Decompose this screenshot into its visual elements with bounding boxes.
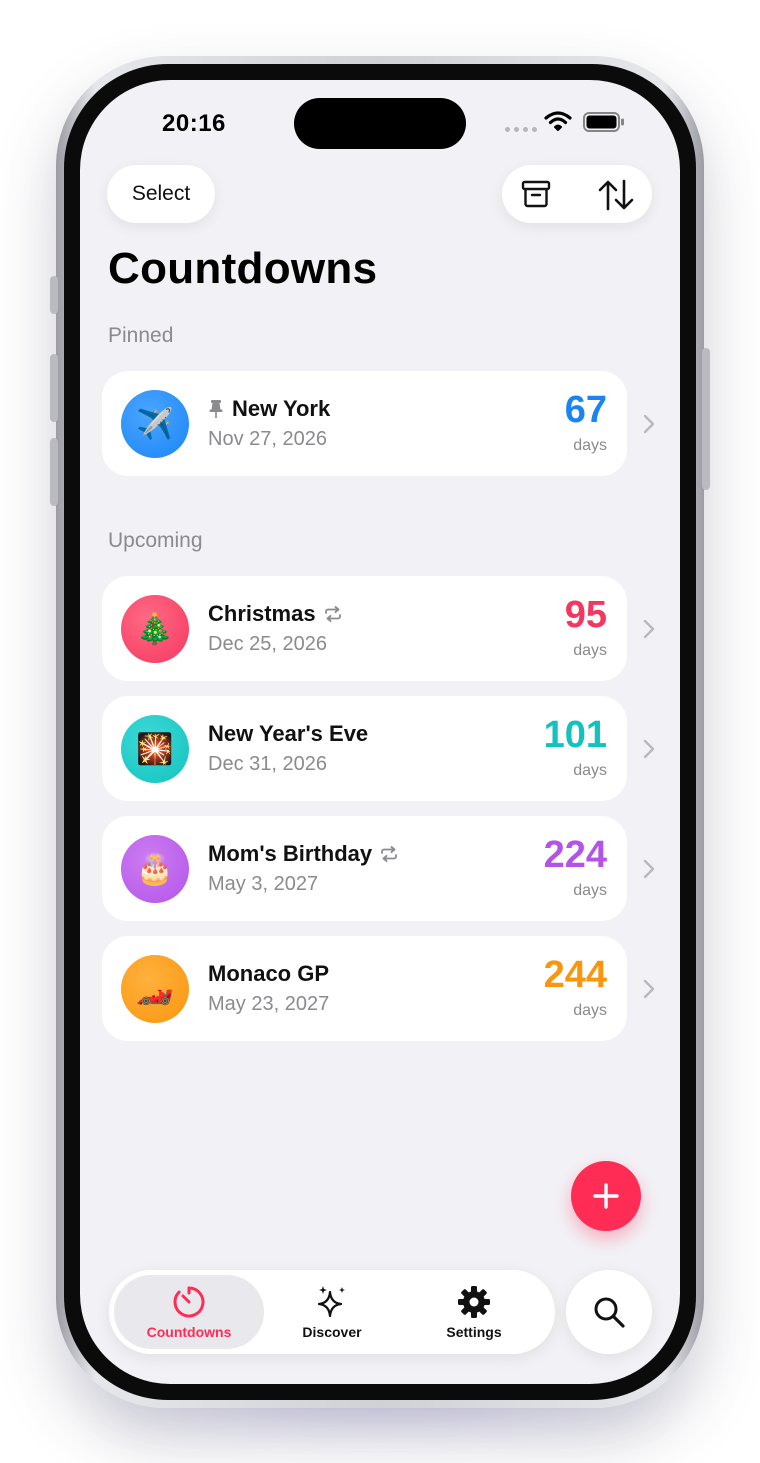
- chevron-right-icon[interactable]: [643, 414, 655, 434]
- birthday-cake-icon: 🎂: [136, 852, 174, 886]
- dynamic-island: [294, 98, 466, 149]
- cellular-signal-icon: [505, 127, 537, 132]
- event-name-row: Monaco GP: [208, 961, 329, 987]
- tab-label: Countdowns: [146, 1324, 232, 1340]
- days-unit: days: [573, 882, 607, 899]
- app-screen: 20:16 Select Countdowns Pinned ✈️ New Yo…: [80, 80, 680, 1384]
- select-button[interactable]: Select: [107, 165, 215, 223]
- countdown-card-new-york[interactable]: ✈️ New York Nov 27, 2026 67 days: [102, 371, 627, 476]
- event-name-row: New Year's Eve: [208, 721, 368, 747]
- toolbar-group: [502, 165, 652, 223]
- countdown-card-monaco-gp[interactable]: 🏎️ Monaco GP May 23, 2027 244 days: [102, 936, 627, 1041]
- sparkles-icon: [317, 1286, 345, 1318]
- event-name: Mom's Birthday: [208, 841, 373, 866]
- action-button: [50, 276, 58, 314]
- days-count: 224: [543, 834, 607, 876]
- tab-countdowns[interactable]: Countdowns: [114, 1275, 264, 1349]
- search-icon: [594, 1297, 625, 1328]
- archive-box-icon[interactable]: [520, 178, 552, 210]
- event-avatar: 🎂: [121, 835, 189, 903]
- section-heading-upcoming: Upcoming: [108, 529, 203, 552]
- battery-icon: [583, 112, 624, 132]
- tab-label: Settings: [446, 1324, 502, 1340]
- event-date: Dec 31, 2026: [208, 753, 327, 775]
- days-unit: days: [573, 437, 607, 454]
- fireworks-icon: 🎇: [136, 732, 174, 766]
- race-car-icon: 🏎️: [136, 972, 174, 1006]
- event-name: Monaco GP: [208, 961, 330, 986]
- page-title: Countdowns: [108, 244, 378, 293]
- event-name-row: New York: [208, 396, 330, 422]
- event-date: May 3, 2027: [208, 873, 319, 895]
- event-name: New York: [232, 396, 331, 421]
- days-count: 95: [564, 594, 607, 636]
- days-unit: days: [573, 1002, 607, 1019]
- days-unit: days: [573, 642, 607, 659]
- repeat-icon: [324, 606, 341, 622]
- pin-icon: [209, 400, 223, 418]
- days-unit: days: [573, 762, 607, 779]
- section-heading-pinned: Pinned: [108, 324, 174, 347]
- event-name-row: Mom's Birthday: [208, 841, 398, 867]
- christmas-tree-icon: 🎄: [136, 612, 174, 646]
- event-date: Dec 25, 2026: [208, 633, 327, 655]
- power-button: [702, 348, 710, 490]
- wifi-icon: [544, 111, 572, 131]
- volume-down-button: [50, 438, 58, 506]
- gear-icon: [458, 1286, 490, 1318]
- search-button[interactable]: [566, 1270, 652, 1354]
- days-count: 67: [564, 389, 607, 431]
- countdown-card-christmas[interactable]: 🎄 Christmas Dec 25, 2026 95 days: [102, 576, 627, 681]
- chevron-right-icon[interactable]: [643, 619, 655, 639]
- sort-arrows-icon[interactable]: [597, 178, 635, 212]
- tab-settings[interactable]: Settings: [399, 1275, 549, 1349]
- timer-icon: [173, 1286, 205, 1318]
- event-avatar: 🏎️: [121, 955, 189, 1023]
- chevron-right-icon[interactable]: [643, 739, 655, 759]
- event-date: Nov 27, 2026: [208, 428, 327, 450]
- event-name-row: Christmas: [208, 601, 342, 627]
- plus-icon: [593, 1183, 619, 1209]
- chevron-right-icon[interactable]: [643, 979, 655, 999]
- volume-up-button: [50, 354, 58, 422]
- days-count: 244: [543, 954, 607, 996]
- event-avatar: 🎄: [121, 595, 189, 663]
- countdown-card-new-years-eve[interactable]: 🎇 New Year's Eve Dec 31, 2026 101 days: [102, 696, 627, 801]
- status-time: 20:16: [162, 110, 226, 137]
- tab-bar: Countdowns Discover Settings: [109, 1270, 555, 1354]
- repeat-icon: [381, 846, 398, 862]
- days-count: 101: [543, 714, 607, 756]
- event-date: May 23, 2027: [208, 993, 330, 1015]
- event-avatar: ✈️: [121, 390, 189, 458]
- countdown-card-moms-birthday[interactable]: 🎂 Mom's Birthday May 3, 2027 224 days: [102, 816, 627, 921]
- tab-discover[interactable]: Discover: [257, 1275, 407, 1349]
- tab-label: Discover: [302, 1324, 362, 1340]
- airplane-icon: ✈️: [136, 407, 174, 441]
- add-countdown-button[interactable]: [571, 1161, 641, 1231]
- chevron-right-icon[interactable]: [643, 859, 655, 879]
- event-name: New Year's Eve: [208, 721, 369, 746]
- event-name: Christmas: [208, 601, 316, 626]
- event-avatar: 🎇: [121, 715, 189, 783]
